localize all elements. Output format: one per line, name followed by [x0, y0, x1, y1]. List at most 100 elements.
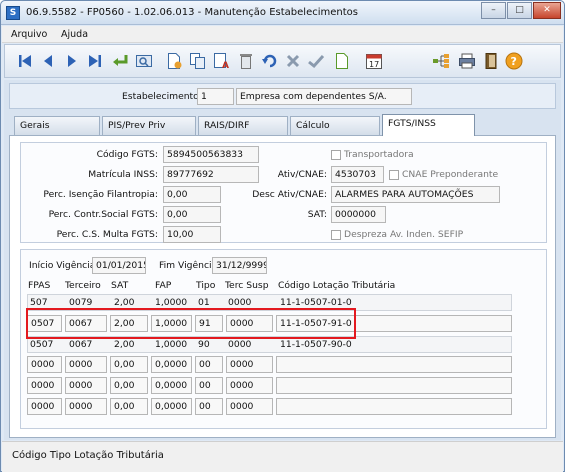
cell-tipo[interactable]: 00 — [195, 398, 223, 415]
help-icon[interactable]: ? — [503, 50, 525, 72]
cell-codigo-lotacao: 11-1-0507-90-0 — [280, 339, 352, 350]
previous-icon[interactable] — [37, 50, 59, 72]
first-icon[interactable] — [14, 50, 36, 72]
cell-terc-susp[interactable]: 0000 — [226, 356, 273, 373]
header-terceiro: Terceiro — [65, 280, 101, 291]
cancel-icon[interactable] — [282, 50, 304, 72]
zoom-icon[interactable] — [133, 50, 155, 72]
add-icon[interactable]: A — [211, 50, 233, 72]
menu-ajuda[interactable]: Ajuda — [61, 29, 88, 40]
perc-multa-field[interactable]: 10,00 — [163, 226, 221, 243]
matricula-inss-field[interactable]: 89777692 — [163, 166, 259, 183]
estabelecimento-code-field[interactable]: 1 — [197, 88, 234, 105]
lotacao-group: Início Vigência: 01/01/2015 Fim Vigência… — [20, 249, 547, 429]
menu-arquivo[interactable]: Arquivo — [11, 29, 47, 40]
cell-tipo[interactable]: 00 — [195, 356, 223, 373]
header-tipo: Tipo — [196, 280, 216, 291]
cell-fpas[interactable]: 0000 — [27, 377, 62, 394]
header-fpas: FPAS — [28, 280, 51, 291]
maximize-button[interactable]: □ — [507, 2, 532, 19]
tree-icon[interactable] — [430, 50, 452, 72]
window-title: 06.9.5582 - FP0560 - 1.02.06.013 - Manut… — [26, 7, 358, 18]
despreza-checkbox[interactable] — [331, 230, 341, 240]
matricula-inss-label: Matrícula INSS: — [88, 169, 158, 180]
cell-terc-susp[interactable]: 0000 — [226, 377, 273, 394]
tab-rais-dirf[interactable]: RAIS/DIRF — [198, 116, 288, 136]
minimize-button[interactable]: – — [481, 2, 506, 19]
desc-ativ-cnae-label: Desc Ativ/CNAE: — [252, 189, 327, 200]
perc-isencao-label: Perc. Isenção Filantropia: — [43, 189, 158, 200]
cell-terceiro[interactable]: 0000 — [65, 398, 107, 415]
cell-tipo: 90 — [198, 339, 210, 350]
cell-terceiro[interactable]: 0000 — [65, 377, 107, 394]
blank-icon[interactable] — [331, 50, 353, 72]
last-icon[interactable] — [84, 50, 106, 72]
cell-fap[interactable]: 0,0000 — [151, 377, 192, 394]
estabelecimento-label: Estabelecimento: — [122, 91, 202, 102]
app-icon: S — [6, 6, 20, 20]
form-content: Estabelecimento: 1 Empresa com dependent… — [4, 80, 561, 440]
copy-icon[interactable] — [187, 50, 209, 72]
estabelecimento-bar: Estabelecimento: 1 Empresa com dependent… — [9, 83, 556, 109]
cell-fpas[interactable]: 0000 — [27, 356, 62, 373]
ativ-cnae-field[interactable]: 4530703 — [331, 166, 384, 183]
perc-contr-label: Perc. Contr.Social FGTS: — [48, 209, 158, 220]
window: S 06.9.5582 - FP0560 - 1.02.06.013 - Man… — [0, 0, 565, 472]
transportadora-checkbox[interactable] — [331, 150, 341, 160]
codigo-fgts-field[interactable]: 5894500563833 — [163, 146, 259, 163]
inicio-vigencia-field[interactable]: 01/01/2015 — [92, 257, 146, 274]
selected-row-highlight — [26, 308, 356, 339]
cell-sat[interactable]: 0,00 — [110, 356, 148, 373]
cell-terc-susp[interactable]: 0000 — [226, 398, 273, 415]
cell-fap[interactable]: 0,0000 — [151, 398, 192, 415]
sat-label: SAT: — [307, 209, 327, 220]
cell-sat[interactable]: 0,00 — [110, 398, 148, 415]
sat-field[interactable]: 0000000 — [331, 206, 386, 223]
print-icon[interactable] — [456, 50, 478, 72]
header-fap: FAP — [155, 280, 172, 291]
svg-text:A: A — [222, 61, 229, 70]
cell-sat: 2,00 — [114, 339, 135, 350]
header-terc-susp: Terc Susp — [225, 280, 269, 291]
inicio-vigencia-label: Início Vigência: — [29, 260, 99, 271]
cell-codigo-lotacao[interactable] — [276, 377, 512, 394]
fim-vigencia-field[interactable]: 31/12/9999 — [212, 257, 267, 274]
desc-ativ-cnae-field: ALARMES PARA AUTOMAÇÕES — [331, 186, 500, 203]
calendar-icon[interactable]: 17 — [363, 50, 385, 72]
fgts-group: Código FGTS: 5894500563833 Matrícula INS… — [20, 142, 547, 243]
cell-codigo-lotacao[interactable] — [276, 356, 512, 373]
goto-icon[interactable] — [109, 50, 131, 72]
fgts-inss-panel: Código FGTS: 5894500563833 Matrícula INS… — [9, 135, 556, 438]
tab-fgts-inss[interactable]: FGTS/INSS — [382, 114, 475, 136]
ativ-cnae-label: Ativ/CNAE: — [277, 169, 327, 180]
status-text: Código Tipo Lotação Tributária — [12, 450, 164, 461]
cell-terceiro[interactable]: 0000 — [65, 356, 107, 373]
cnae-preponderante-label: CNAE Preponderante — [402, 169, 499, 180]
perc-contr-field[interactable]: 0,00 — [163, 206, 221, 223]
undo-icon[interactable] — [259, 50, 281, 72]
estabelecimento-name-field: Empresa com dependentes S/A. — [236, 88, 412, 105]
next-icon[interactable] — [61, 50, 83, 72]
cell-fap[interactable]: 0,0000 — [151, 356, 192, 373]
cell-sat[interactable]: 0,00 — [110, 377, 148, 394]
delete-icon[interactable] — [235, 50, 257, 72]
cell-terceiro: 0067 — [69, 339, 93, 350]
tab-calculo[interactable]: Cálculo — [290, 116, 380, 136]
cell-terc-susp: 0000 — [228, 339, 252, 350]
svg-text:17: 17 — [369, 60, 379, 69]
close-button[interactable]: ✕ — [533, 2, 561, 19]
codigo-fgts-label: Código FGTS: — [96, 149, 158, 160]
cell-fpas[interactable]: 0000 — [27, 398, 62, 415]
cnae-preponderante-checkbox[interactable] — [389, 170, 399, 180]
transportadora-label: Transportadora — [344, 149, 414, 160]
cell-codigo-lotacao[interactable] — [276, 398, 512, 415]
perc-isencao-field[interactable]: 0,00 — [163, 186, 221, 203]
tab-gerais[interactable]: Gerais — [14, 116, 100, 136]
cell-fap: 1,0000 — [155, 339, 188, 350]
save-icon[interactable] — [305, 50, 327, 72]
cell-tipo[interactable]: 00 — [195, 377, 223, 394]
tab-pis-prev-priv[interactable]: PIS/Prev Priv — [102, 116, 196, 136]
exit-icon[interactable] — [480, 50, 502, 72]
status-bar: Código Tipo Lotação Tributária — [2, 441, 563, 472]
new-icon[interactable] — [163, 50, 185, 72]
